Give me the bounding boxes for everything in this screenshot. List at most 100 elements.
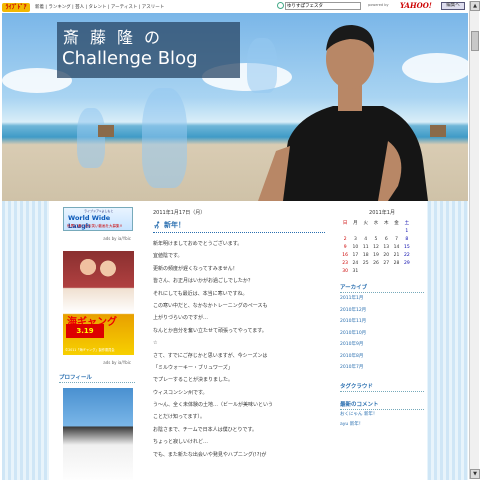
post-body-line: う〜ん、全く未体験の土地…（ビールが美味いという <box>153 402 274 409</box>
post-body-line: 上がりづらいのですが… <box>153 315 209 322</box>
calendar-day[interactable]: 23 <box>340 259 350 267</box>
post-body-line: なんとか自分を奮い立たせて頑張ってやってます。 <box>153 327 267 334</box>
runner-icon <box>154 221 160 229</box>
calendar-day[interactable]: 1 <box>402 227 412 235</box>
ads-by-label-2[interactable]: ads by ia/Ybic <box>59 360 131 365</box>
livedoor-logo[interactable]: ﾗｲﾌﾞﾄﾞｱ <box>2 2 30 12</box>
lifeguard-tower-right <box>430 125 446 137</box>
calendar-day[interactable]: 25 <box>361 259 371 267</box>
calendar-day[interactable]: 24 <box>350 259 360 267</box>
blog-title-box[interactable]: 斎藤隆の Challenge Blog <box>57 22 240 78</box>
world-wide-laugh-ad[interactable]: ライブドア×よしもと World Wide Laugh 世界に通じるお笑い動画を… <box>63 207 133 231</box>
post-body-line: この寒い中だと、なかなかトレーニングのペースも <box>153 302 268 309</box>
calendar-day[interactable]: 18 <box>361 251 371 259</box>
calendar-day[interactable]: 16 <box>340 251 350 259</box>
calendar-day[interactable]: 12 <box>371 243 381 251</box>
calendar-day[interactable]: 14 <box>391 243 401 251</box>
blog-header-banner: 斎藤隆の Challenge Blog <box>2 13 468 201</box>
calendar-day <box>371 227 381 235</box>
calendar-day[interactable]: 2 <box>340 235 350 243</box>
recent-comments-heading: 最新のコメント <box>340 400 424 410</box>
comment-author-link[interactable]: おくにゃん <box>340 412 363 417</box>
calendar-day <box>381 267 391 275</box>
post-body-line: ことだけ知ってます）。 <box>153 414 206 421</box>
calendar-day[interactable]: 8 <box>402 235 412 243</box>
profile-photo[interactable] <box>63 388 133 480</box>
content-area: ライブドア×よしもと World Wide Laugh 世界に通じるお笑い動画を… <box>49 201 427 480</box>
archive-item: 2011年1月 <box>340 293 424 305</box>
archive-link[interactable]: 2010年10月 <box>340 331 366 336</box>
calendar-day <box>361 227 371 235</box>
post-body-line: 「ミルウォーキー・ブリュワーズ」 <box>153 364 233 371</box>
ads-by-label-1[interactable]: ads by ia/Ybic <box>59 236 131 241</box>
vertical-scrollbar[interactable]: ▲ ▼ <box>469 1 480 479</box>
blog-title-en: Challenge Blog <box>62 48 198 69</box>
post-body-line: 新年明けましておめでとうございます。 <box>153 241 243 247</box>
calendar-day[interactable]: 10 <box>350 243 360 251</box>
recent-comments-list: おくにゃん 新年！ ayu 新年！ <box>340 410 424 430</box>
calendar-weekday: 水 <box>373 221 379 226</box>
comment-post-link[interactable]: 新年！ <box>350 422 364 427</box>
calendar-day <box>371 267 381 275</box>
calendar-day[interactable]: 21 <box>391 251 401 259</box>
calendar-day <box>402 267 412 275</box>
archive-link[interactable]: 2010年11月 <box>340 319 366 324</box>
calendar-day[interactable]: 9 <box>340 243 350 251</box>
calendar-day[interactable]: 28 <box>391 259 401 267</box>
umi-gang-movie-ad[interactable]: 海ギャング 3.19 ©2011「海ギャング」製作委員会 <box>63 251 134 355</box>
post-body-line: それにしても最近は、本当に寒いですね。 <box>153 290 248 297</box>
calendar-day[interactable]: 6 <box>381 235 391 243</box>
yahoo-logo[interactable]: YAHOO! <box>400 1 432 10</box>
calendar-day[interactable]: 7 <box>391 235 401 243</box>
archive-link[interactable]: 2010年7月 <box>340 365 363 370</box>
ad2-copyright: ©2011「海ギャング」製作委員会 <box>65 348 115 352</box>
edit-button[interactable]: 編集へ <box>441 2 465 10</box>
post-body-line: 皆さん、お正月はいかがお過ごしでしたか？ <box>153 278 253 285</box>
archive-heading: アーカイブ <box>340 283 424 293</box>
post-body-line: ウィスコンシン州です。 <box>153 389 208 396</box>
post-body-line: お陰さまで、チームで日本人は僕ひとりです。 <box>153 426 258 433</box>
scroll-down-arrow[interactable]: ▼ <box>470 469 480 479</box>
calendar-day[interactable]: 29 <box>402 259 412 267</box>
calendar-day[interactable]: 27 <box>381 259 391 267</box>
calendar-weekday: 月 <box>353 221 358 226</box>
top-nav-links[interactable]: 新着 | ランキング | 芸人 | タレント | アーティスト | アスリート <box>35 4 164 10</box>
calendar-day <box>391 227 401 235</box>
post-title[interactable]: 新年！ <box>153 220 325 233</box>
calendar-weekday: 日 <box>342 221 348 226</box>
right-sidebar: 2011年1月 日月火水木金土 1 2 3 4 5 6 7 8 9 10 11 12 13 14 15 16 17… <box>340 209 424 430</box>
calendar-day[interactable]: 31 <box>350 267 360 275</box>
calendar-day[interactable]: 20 <box>381 251 391 259</box>
archive-link[interactable]: 2010年8月 <box>340 354 363 359</box>
search-icon[interactable] <box>277 2 284 9</box>
calendar-day[interactable]: 5 <box>371 235 381 243</box>
comment-post-link[interactable]: 新年！ <box>364 412 378 417</box>
calendar-day[interactable]: 15 <box>402 243 412 251</box>
scroll-thumb[interactable] <box>471 31 479 51</box>
blog-post: 2011年1月17日（月） 新年！ 新年明けましておめでとうございます。 宜値陰で… <box>153 209 325 461</box>
calendar-day <box>391 267 401 275</box>
post-body-line: 更新の頻度が遅くなってすみません！ <box>153 265 238 272</box>
archive-link[interactable]: 2010年12月 <box>340 308 366 313</box>
calendar-day <box>350 227 360 235</box>
calendar-day[interactable]: 4 <box>361 235 371 243</box>
post-body-line: ☆ <box>153 340 158 347</box>
calendar-day[interactable]: 13 <box>381 243 391 251</box>
calendar-day[interactable]: 19 <box>371 251 381 259</box>
scroll-up-arrow[interactable]: ▲ <box>470 1 480 11</box>
search-input[interactable] <box>285 1 361 10</box>
post-body-line: でプレーすることが決まりました。 <box>153 377 234 384</box>
tagcloud-heading: タグクラウド <box>340 382 424 392</box>
calendar-day[interactable]: 3 <box>350 235 360 243</box>
calendar-day[interactable]: 30 <box>340 267 350 275</box>
archive-link[interactable]: 2010年9月 <box>340 342 363 347</box>
post-title-text[interactable]: 新年！ <box>164 220 185 230</box>
ad1-brand: ライブドア×よしもと <box>84 209 114 213</box>
calendar-day[interactable]: 11 <box>361 243 371 251</box>
post-date: 2011年1月17日（月） <box>153 210 206 216</box>
archive-link[interactable]: 2011年1月 <box>340 296 363 301</box>
calendar-day[interactable]: 17 <box>350 251 360 259</box>
comment-item: ayu 新年！ <box>340 420 424 430</box>
calendar-day[interactable]: 22 <box>402 251 412 259</box>
calendar-day[interactable]: 26 <box>371 259 381 267</box>
